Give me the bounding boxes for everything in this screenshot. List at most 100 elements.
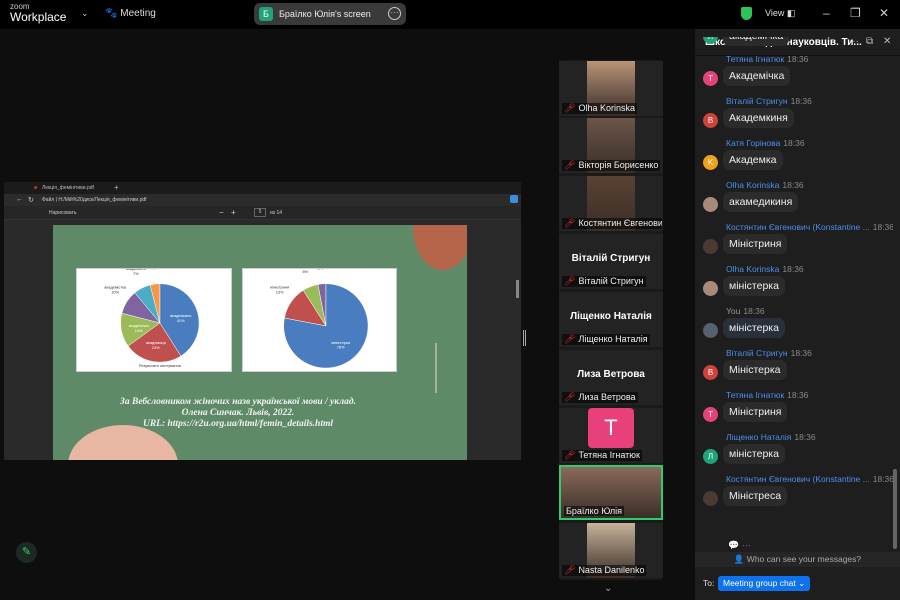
shield-icon[interactable]: [741, 7, 752, 20]
participant-tile[interactable]: Віталій Стригун 🎤︎ Віталій Стригун: [559, 234, 663, 289]
meeting-menu[interactable]: 🐾 Meeting: [105, 8, 156, 19]
pdf-page: академкиня 41% академиця 24% академічка 14% ак…: [53, 225, 467, 460]
message-text: Академка: [723, 150, 783, 170]
participant-name-large: Ліщенко Наталія: [570, 311, 652, 322]
sender-avatar[interactable]: [703, 239, 718, 254]
chat-panel: Школа молодих науковців. Ти... ··· ⧉ ✕ Л…: [695, 29, 900, 600]
pencil-icon: ✎: [21, 546, 32, 558]
participant-tile[interactable]: Лиза Ветрова 🎤︎ Лиза Ветрова: [559, 350, 663, 405]
chevron-down-icon[interactable]: ⌄: [604, 583, 612, 594]
pie-label: академиня7%: [126, 269, 146, 276]
participant-name: Olha Korinska: [578, 103, 635, 113]
participant-name-large: Лиза Ветрова: [577, 369, 645, 380]
chat-message: You 18:36 міністерка: [695, 303, 893, 345]
participant-name: Nasta Danilenko: [578, 565, 645, 575]
message-time: 18:36: [782, 180, 804, 190]
recipient-label: Meeting group chat: [723, 578, 796, 588]
participant-label: 🎤︎ Nasta Danilenko: [562, 565, 647, 576]
resize-handle[interactable]: [523, 330, 526, 346]
pie-label: академістка 10%: [104, 285, 127, 295]
paw-icon: 🐾: [105, 8, 121, 19]
who-can-see-button[interactable]: 👤 Who can see your messages?: [695, 552, 900, 567]
chart-title: Результати опитування: [139, 363, 181, 368]
chat-message: Л Ліщенко Наталія 18:36 міністерка: [695, 429, 893, 471]
pdf-viewer[interactable]: академкиня 41% академиця 24% академічка 14% ак…: [4, 220, 521, 460]
annotate-button[interactable]: ✎: [16, 542, 37, 563]
sender-avatar[interactable]: B: [703, 113, 718, 128]
participant-name: Вікторія Борисенко: [578, 160, 659, 170]
sender-name[interactable]: Ліщенко Наталія: [726, 432, 791, 442]
participant-label: 🎤︎ Костянтин Євгенови...: [562, 218, 662, 229]
participant-name: Лиза Ветрова: [578, 392, 636, 402]
sender-name[interactable]: Olha Korinska: [726, 180, 779, 190]
page-number-input[interactable]: 5: [254, 208, 266, 217]
muted-mic-icon: 🎤︎: [564, 276, 576, 286]
participant-tile[interactable]: Браїлко Юлія: [559, 465, 663, 520]
shared-screen-pill[interactable]: Б Браїлко Юлія's screen ···: [254, 3, 406, 25]
participant-tile[interactable]: Ліщенко Наталія 🎤︎ Ліщенко Наталія: [559, 292, 663, 347]
message-text: акамедикиня: [723, 192, 799, 212]
zoom-out-icon[interactable]: −: [219, 208, 224, 217]
reply-icon[interactable]: 💬 ···: [728, 540, 751, 551]
participant-tile[interactable]: 🎤︎ Olha Korinska: [559, 61, 663, 116]
more-icon[interactable]: ···: [388, 7, 401, 20]
sender-avatar[interactable]: [703, 281, 718, 296]
close-icon[interactable]: ✕: [879, 6, 889, 20]
sender-line: Костянтин Євгенович (Konstantine ... 18:3…: [726, 474, 893, 484]
zoom-logo: zoom Workplace: [10, 3, 66, 24]
view-button[interactable]: View ◧: [765, 8, 795, 19]
sender-avatar[interactable]: Л: [703, 37, 718, 44]
sender-avatar[interactable]: Л: [703, 449, 718, 464]
pie-chart-1: академкиня 41%академиця 24%академічка 14%ак…: [104, 261, 200, 368]
restore-icon[interactable]: ❐: [850, 6, 861, 20]
sender-name[interactable]: Тетяна Ігнатюк: [726, 54, 784, 64]
participant-tile[interactable]: 🎤︎ Вікторія Борисенко: [559, 118, 663, 173]
sender-name[interactable]: Віталій Стригун: [726, 348, 788, 358]
new-tab-icon[interactable]: +: [114, 183, 119, 192]
message-time: 18:36: [787, 390, 809, 400]
back-icon[interactable]: ←: [16, 196, 23, 203]
sender-avatar[interactable]: [703, 323, 718, 338]
chevron-down-icon[interactable]: ⌄: [81, 8, 89, 19]
pdf-scrollbar[interactable]: [516, 280, 519, 298]
sender-name[interactable]: Костянтин Євгенович (Konstantine ...: [726, 474, 870, 484]
view-label: View: [765, 8, 785, 18]
browser-tab[interactable]: Лекція_фемінітиви.pdf: [42, 185, 94, 191]
pie-chart-2: міністерка78%міністриня13%жінка-міністр6…: [270, 260, 369, 369]
reload-icon[interactable]: ↻: [28, 196, 34, 204]
address-bar[interactable]: ← ↻ Файл | H:/Мій%20диск/Лекція_фемініти…: [4, 194, 521, 206]
message-time: 18:36: [783, 138, 805, 148]
participant-tile[interactable]: T 🎤︎ Тетяна Ігнатюк: [559, 408, 663, 463]
recipient-dropdown[interactable]: Meeting group chat ⌄: [718, 576, 811, 591]
sender-avatar[interactable]: [703, 491, 718, 506]
zoom-in-icon[interactable]: +: [231, 208, 236, 217]
participant-tile[interactable]: 🎤︎ Костянтин Євгенови...: [559, 176, 663, 231]
shared-browser-window: ■ Лекція_фемінітиви.pdf + ← ↻ Файл | H:/…: [4, 182, 521, 460]
sender-line: Ліщенко Наталія 18:36: [726, 432, 816, 442]
sender-name[interactable]: Olha Korinska: [726, 264, 779, 274]
sender-name[interactable]: Костянтин Євгенович (Konstantine ...: [726, 222, 870, 232]
participant-label: 🎤︎ Тетяна Ігнатюк: [562, 450, 642, 461]
chat-message: Костянтин Євгенович (Konstantine ... 18:3…: [695, 219, 893, 261]
sender-avatar[interactable]: [703, 197, 718, 212]
participant-label: 🎤︎ Віталій Стригун: [562, 276, 646, 287]
sender-line: Віталій Стригун 18:36: [726, 96, 812, 106]
muted-mic-icon: 🎤︎: [564, 392, 576, 402]
sender-name[interactable]: Тетяна Ігнатюк: [726, 390, 784, 400]
participant-label: Браїлко Юлія: [564, 506, 625, 516]
decor-circle: [413, 225, 467, 270]
sender-avatar[interactable]: B: [703, 365, 718, 380]
copilot-icon[interactable]: [510, 195, 518, 203]
participant-tile[interactable]: 🎤︎ Nasta Danilenko: [559, 523, 663, 578]
sender-avatar[interactable]: K: [703, 155, 718, 170]
sender-name[interactable]: Віталій Стригун: [726, 96, 788, 106]
muted-mic-icon: 🎤︎: [564, 334, 576, 344]
draw-button[interactable]: Нарисовать: [49, 210, 76, 216]
chat-scrollbar[interactable]: [893, 469, 897, 549]
minimize-icon[interactable]: –: [823, 6, 830, 20]
message-text: Міністриня: [723, 402, 788, 422]
sender-name[interactable]: You: [726, 306, 740, 316]
sender-avatar[interactable]: T: [703, 71, 718, 86]
sender-avatar[interactable]: T: [703, 407, 718, 422]
sender-name[interactable]: Катя Горінова: [726, 138, 780, 148]
